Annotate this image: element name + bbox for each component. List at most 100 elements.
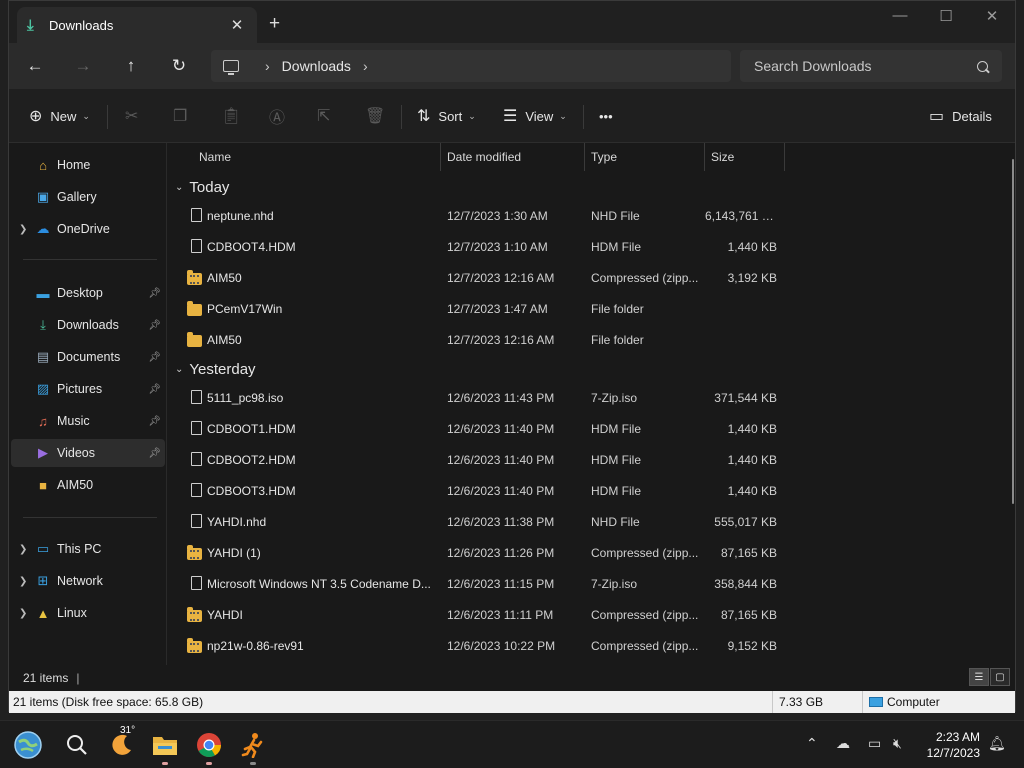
details-pane-button[interactable]: ▭ Details <box>929 103 992 129</box>
breadcrumb-chevron-icon[interactable]: › <box>363 58 368 74</box>
pane-splitter[interactable] <box>166 143 167 665</box>
pin-icon[interactable]: 📌︎ <box>148 448 161 459</box>
start-button[interactable] <box>12 729 44 761</box>
pin-icon[interactable]: 📌︎ <box>148 416 161 427</box>
chevron-right-icon[interactable]: ❯ <box>19 544 33 555</box>
clock[interactable]: 2:23 AM 12/7/2023 <box>927 729 980 761</box>
tab-close-button[interactable]: ✕ <box>227 16 247 34</box>
file-row[interactable]: CDBOOT3.HDM 12/6/2023 11:40 PM HDM File 1,4… <box>169 476 789 506</box>
sidebar-item-downloads[interactable]: ⤓ Downloads 📌︎ <box>11 311 165 339</box>
file-row[interactable]: PCemV17Win 12/7/2023 1:47 AM File folder <box>169 294 789 324</box>
back-arrow-icon[interactable]: ← <box>21 53 49 79</box>
file-row[interactable]: YAHDI 12/6/2023 11:11 PM Compressed (zipp.… <box>169 600 789 630</box>
file-row[interactable]: AIM50 12/7/2023 12:16 AM File folder <box>169 325 789 355</box>
breadcrumb-downloads[interactable]: Downloads <box>282 58 351 74</box>
file-row[interactable]: np21w-0.86-rev91 12/6/2023 10:22 PM Compre… <box>169 631 789 661</box>
search-icon[interactable] <box>977 60 988 72</box>
sidebar-item-network[interactable]: ❯ ⊞ Network <box>11 567 165 595</box>
copy-button[interactable]: ❐ <box>173 103 195 129</box>
computer-icon[interactable] <box>223 60 239 75</box>
sidebar-item-linux[interactable]: ❯ ▲ Linux <box>11 599 165 627</box>
sidebar-item-label: This PC <box>57 542 102 556</box>
column-header-name[interactable]: Name <box>191 143 441 171</box>
vertical-scrollbar[interactable] <box>1009 157 1015 507</box>
file-row[interactable]: CDBOOT1.HDM 12/6/2023 11:40 PM HDM File 1,4… <box>169 414 789 444</box>
weather-widget[interactable]: 31° <box>106 725 138 761</box>
sidebar-item-desktop[interactable]: ▬ Desktop 📌︎ <box>11 279 165 307</box>
file-explorer-taskbar-button[interactable] <box>149 729 181 765</box>
pin-icon[interactable]: 📌︎ <box>148 288 161 299</box>
column-divider[interactable] <box>784 143 785 171</box>
rename-button[interactable]: Ⓐ <box>269 103 293 129</box>
group-header-today[interactable]: ⌄ Today <box>175 175 229 199</box>
sidebar-item-documents[interactable]: ▤ Documents 📌︎ <box>11 343 165 371</box>
column-header-size[interactable]: Size <box>703 143 783 171</box>
file-row[interactable]: YAHDI.nhd 12/6/2023 11:38 PM NHD File 555,0… <box>169 507 789 537</box>
pin-icon[interactable]: 📌︎ <box>148 320 161 331</box>
refresh-icon[interactable]: ↻ <box>165 53 193 79</box>
close-window-button[interactable]: ✕ <box>977 7 1007 25</box>
download-icon: ⤓ <box>27 16 34 34</box>
share-button[interactable]: ⇱ <box>317 103 338 129</box>
chevron-right-icon[interactable]: ❯ <box>19 576 33 587</box>
tab-downloads[interactable]: ⤓ Downloads ✕ <box>17 7 257 43</box>
sort-button[interactable]: ⇅ Sort ⌄ <box>417 103 476 129</box>
view-button[interactable]: ☰ View ⌄ <box>503 103 567 129</box>
file-row[interactable]: AIM50 12/7/2023 12:16 AM Compressed (zipp.… <box>169 263 789 293</box>
taskbar: 31° ⌃ ☁ ▭ 🔇︎ 2:23 AM 12/7/2023 🔔︎ <box>0 720 1024 768</box>
details-view-toggle-icon[interactable]: ☰ <box>969 668 989 686</box>
chevron-up-icon[interactable]: ⌃ <box>806 735 818 752</box>
chevron-right-icon[interactable]: ❯ <box>19 224 33 235</box>
scrollbar-thumb[interactable] <box>1012 159 1014 504</box>
navigation-pane: ⌂ Home ▣ Gallery ❯ ☁ OneDrive ▬ Desktop 📌… <box>9 143 167 665</box>
sidebar-item-onedrive[interactable]: ❯ ☁ OneDrive <box>11 215 165 243</box>
column-header-date[interactable]: Date modified <box>439 143 583 171</box>
sidebar-item-this-pc[interactable]: ❯ ▭ This PC <box>11 535 165 563</box>
notification-bell-icon[interactable]: 🔔︎ <box>988 735 1006 752</box>
new-tab-button[interactable]: + <box>269 13 280 35</box>
file-row[interactable]: YAHDI (1) 12/6/2023 11:26 PM Compressed (z… <box>169 538 789 568</box>
sidebar-item-music[interactable]: ♫ Music 📌︎ <box>11 407 165 435</box>
column-header-type[interactable]: Type <box>583 143 703 171</box>
breadcrumb[interactable]: › Downloads › <box>211 50 731 82</box>
speaker-muted-icon[interactable]: 🔇︎ <box>893 735 902 752</box>
tiles-view-toggle-icon[interactable]: ▢ <box>990 668 1010 686</box>
cut-button[interactable]: ✂ <box>125 103 146 129</box>
onedrive-offline-icon[interactable]: ☁ <box>836 735 850 752</box>
sidebar-item-videos[interactable]: ▶ Videos 📌︎ <box>11 439 165 467</box>
forward-arrow-icon[interactable]: → <box>69 53 97 79</box>
up-arrow-icon[interactable]: ↑ <box>117 53 145 79</box>
maximize-button[interactable]: ☐ <box>931 7 961 25</box>
app-taskbar-button[interactable] <box>237 729 269 765</box>
paste-button[interactable]: 📋︎ <box>221 103 249 129</box>
pin-icon[interactable]: 📌︎ <box>148 384 161 395</box>
chrome-taskbar-button[interactable] <box>193 729 225 765</box>
file-row[interactable]: neptune.nhd 12/7/2023 1:30 AM NHD File 6,14… <box>169 201 789 231</box>
file-row[interactable]: Microsoft Windows NT 3.5 Codename D... 12… <box>169 569 789 599</box>
status-bar: 21 items (Disk free space: 65.8 GB) 7.33… <box>9 691 1015 713</box>
search-input[interactable] <box>754 58 977 74</box>
sidebar-item-gallery[interactable]: ▣ Gallery <box>11 183 165 211</box>
search-box[interactable] <box>740 50 1002 82</box>
file-type: NHD File <box>591 515 640 529</box>
file-row[interactable]: 5111_pc98.iso 12/6/2023 11:43 PM 7-Zip.iso… <box>169 383 789 413</box>
new-button[interactable]: ⊕ New ⌄ <box>29 103 90 129</box>
file-name: CDBOOT2.HDM <box>207 453 296 467</box>
search-taskbar-button[interactable] <box>61 729 93 761</box>
file-name: AIM50 <box>207 333 242 347</box>
sidebar-item-home[interactable]: ⌂ Home <box>11 151 165 179</box>
file-row[interactable]: CDBOOT4.HDM 12/7/2023 1:10 AM HDM File 1,44… <box>169 232 789 262</box>
sidebar-item-pictures[interactable]: ▨ Pictures 📌︎ <box>11 375 165 403</box>
more-options-button[interactable]: ••• <box>599 103 613 129</box>
breadcrumb-chevron-icon[interactable]: › <box>265 58 270 74</box>
file-row[interactable]: CDBOOT2.HDM 12/6/2023 11:40 PM HDM File 1,4… <box>169 445 789 475</box>
group-header-yesterday[interactable]: ⌄ Yesterday <box>175 357 256 381</box>
network-icon[interactable]: ▭ <box>868 735 881 752</box>
chevron-right-icon[interactable]: ❯ <box>19 608 33 619</box>
delete-button[interactable]: 🗑︎ <box>365 103 393 129</box>
pin-icon[interactable]: 📌︎ <box>148 352 161 363</box>
file-name: 5111_pc98.iso <box>207 391 284 405</box>
minimize-button[interactable]: — <box>885 7 915 24</box>
sidebar-item-aim50[interactable]: ■ AIM50 <box>11 471 165 499</box>
home-icon: ⌂ <box>39 157 47 173</box>
